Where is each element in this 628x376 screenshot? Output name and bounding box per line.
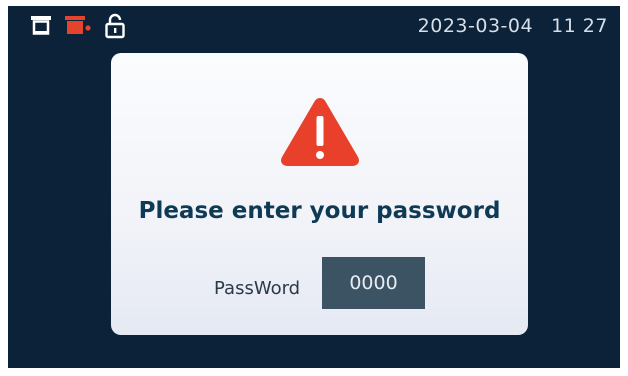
date-display: 2023-03-04 <box>417 15 534 37</box>
status-bar: 2023-03-04 11 27 <box>8 6 620 46</box>
warning-icon <box>281 98 359 166</box>
tray-alert-icon[interactable] <box>64 15 92 37</box>
password-label: PassWord <box>214 278 301 299</box>
datetime: 2023-03-04 11 27 <box>418 15 608 37</box>
screen: 2023-03-04 11 27 Please enter your passw… <box>8 6 620 368</box>
time-display: 11 27 <box>551 15 608 37</box>
unlock-icon[interactable] <box>104 13 126 39</box>
password-dialog: Please enter your password PassWord 0000 <box>111 53 528 335</box>
status-icons <box>30 13 126 39</box>
tray-icon[interactable] <box>30 15 52 37</box>
password-input[interactable]: 0000 <box>322 257 425 309</box>
dialog-message: Please enter your password <box>138 198 501 224</box>
